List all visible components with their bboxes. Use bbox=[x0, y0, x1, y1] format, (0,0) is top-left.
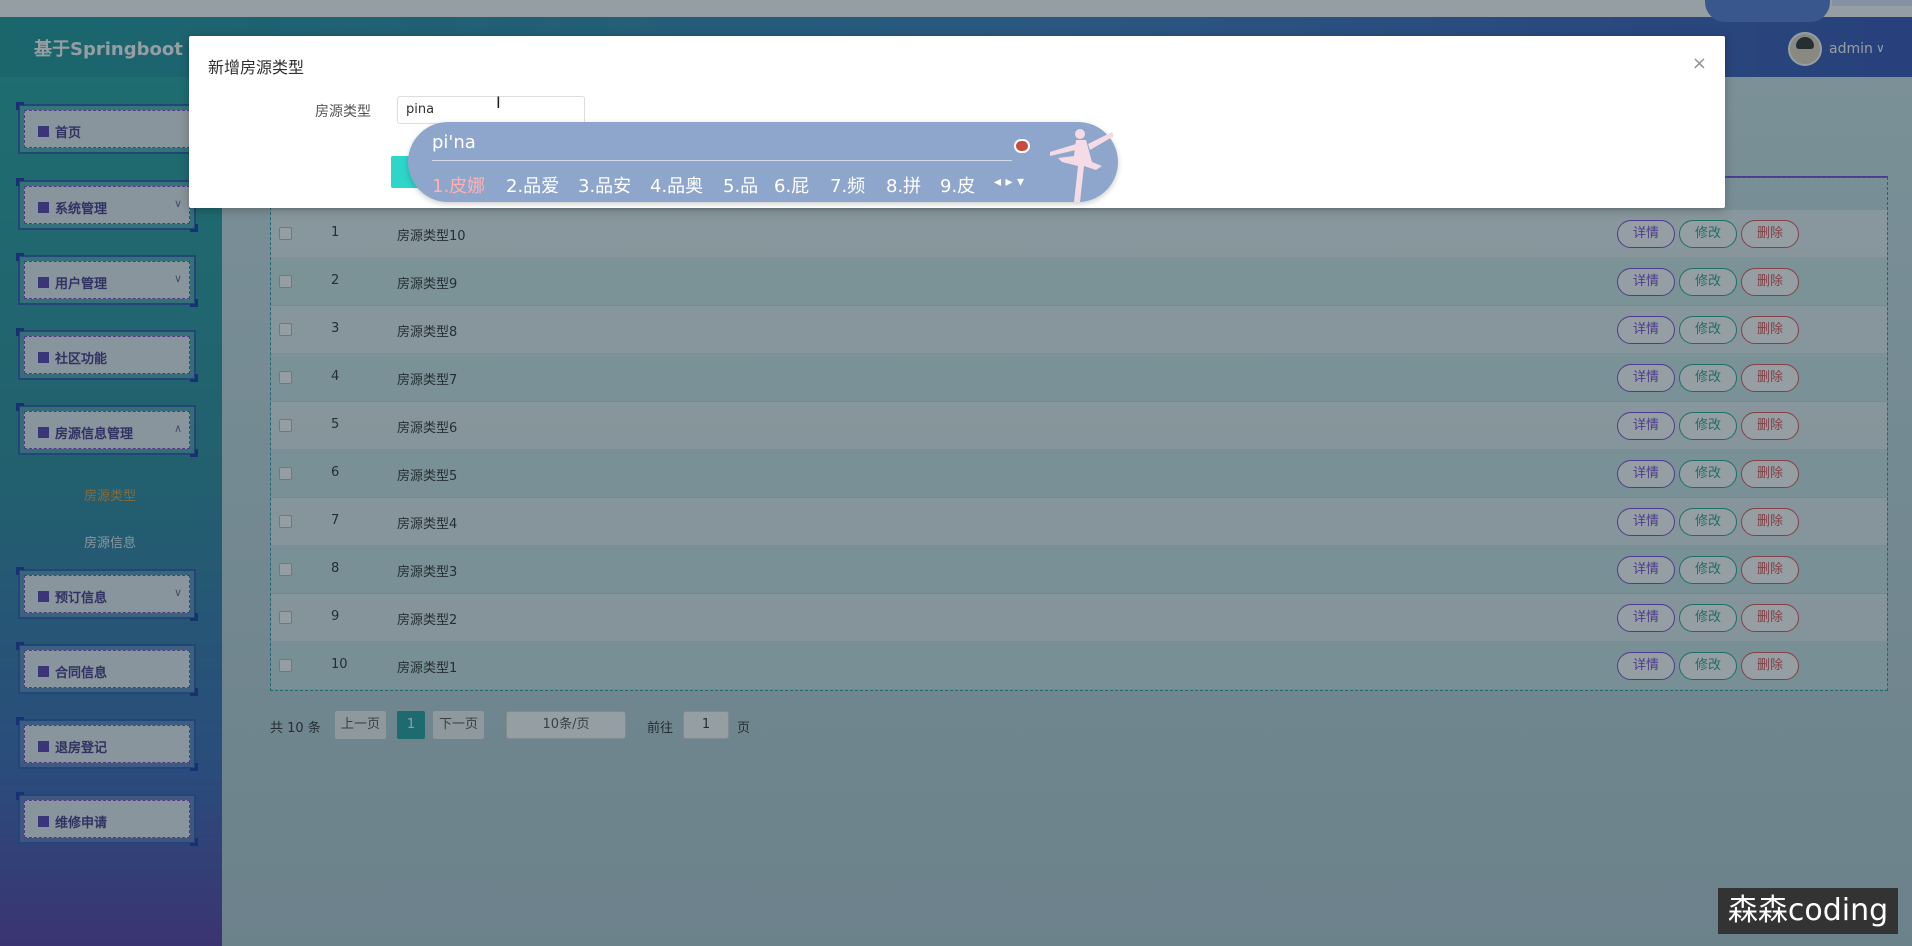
ime-candidate[interactable]: 2.品爱 bbox=[506, 172, 559, 198]
ime-candidate[interactable]: 4.品奥 bbox=[650, 172, 703, 198]
ballerina-icon bbox=[1050, 129, 1114, 202]
ime-page-arrows-icon[interactable]: ◂ ▸ ▾ bbox=[994, 174, 1024, 190]
ime-candidate[interactable]: 7.频 bbox=[830, 172, 865, 198]
type-input[interactable]: pina bbox=[397, 96, 585, 124]
watermark: 森森coding bbox=[1718, 888, 1898, 934]
ime-candidate[interactable]: 8.拼 bbox=[886, 172, 921, 198]
ime-candidate[interactable]: 3.品安 bbox=[578, 172, 631, 198]
ime-candidate[interactable]: 9.皮 bbox=[940, 172, 975, 198]
type-field-label: 房源类型 bbox=[315, 104, 371, 120]
ime-candidate[interactable]: 6.屁 bbox=[774, 172, 809, 198]
ime-candidate[interactable]: 5.品 bbox=[723, 172, 758, 198]
ime-skin-icon[interactable] bbox=[1014, 139, 1030, 153]
ime-divider bbox=[432, 160, 1012, 161]
text-cursor-icon: I bbox=[496, 93, 501, 112]
dialog-title: 新增房源类型 bbox=[208, 58, 305, 77]
ime-candidate[interactable]: 1.皮娜 bbox=[432, 172, 485, 198]
close-icon[interactable]: × bbox=[1692, 53, 1707, 74]
ime-candidate-window: pi'na 1.皮娜 2.品爱 3.品安 4.品奥 5.品 6.屁 7.频 8.拼 9.皮 ◂ … bbox=[408, 122, 1118, 202]
ime-composition: pi'na bbox=[432, 132, 476, 153]
